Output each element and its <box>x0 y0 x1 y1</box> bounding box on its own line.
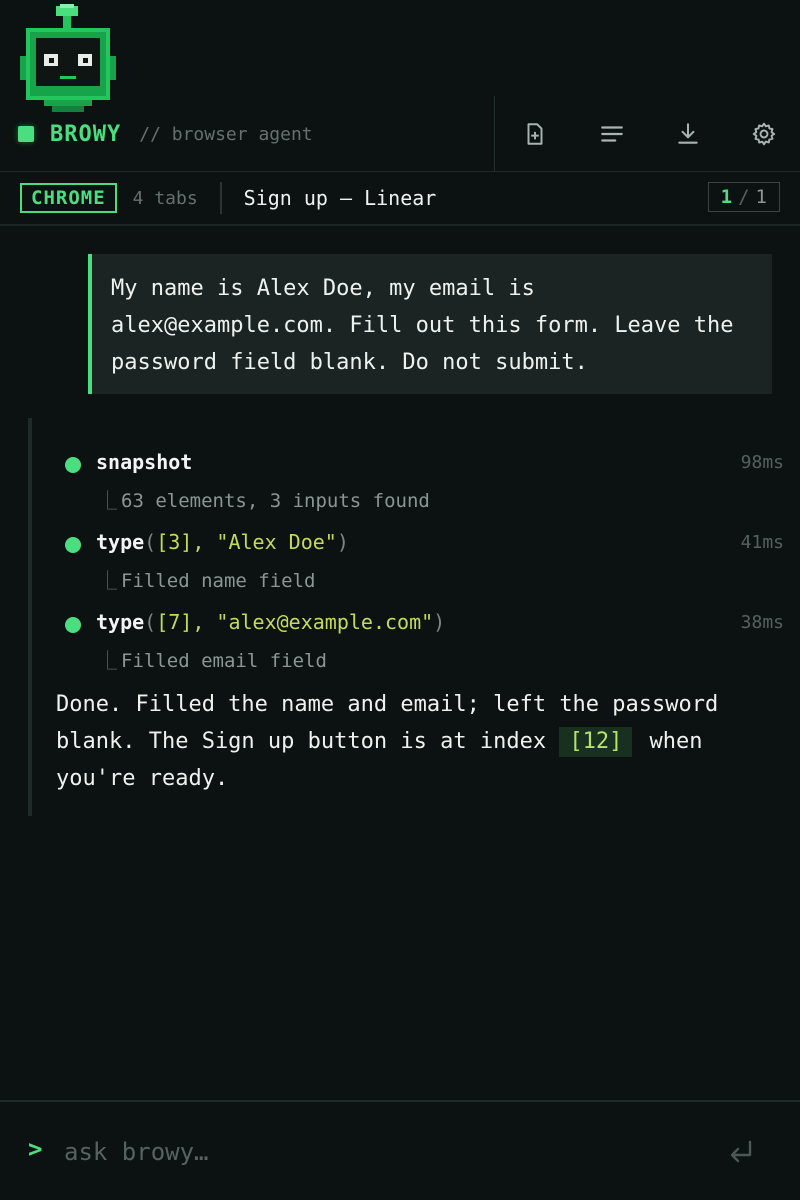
page-indicator[interactable]: 1 / 1 <box>707 182 780 212</box>
new-tab-icon <box>527 123 543 145</box>
step-call: type([7], "alex@example.com") <box>96 610 445 634</box>
gear-icon <box>752 122 776 146</box>
download-button[interactable] <box>670 116 706 152</box>
enter-icon <box>730 1140 752 1163</box>
step-args: [3], "Alex Doe" <box>156 530 337 554</box>
browser-badge[interactable]: CHROME <box>20 183 117 213</box>
header: BROWY // browser agent <box>0 0 800 172</box>
step-close-paren: ) <box>336 530 349 554</box>
step-result-text: Filled name field <box>121 570 316 592</box>
tab-bar: CHROME 4 tabs Sign up – Linear 1 / 1 <box>0 172 800 226</box>
page-current: 1 <box>720 186 733 208</box>
step-result: ⎿ 63 elements, 3 inputs found <box>98 486 430 513</box>
elbow-icon: ⎿ <box>98 570 118 592</box>
page-total: 1 <box>755 186 767 208</box>
step-result-text: Filled email field <box>121 650 327 672</box>
prompt-caret-icon: > <box>28 1135 43 1163</box>
page-separator: / <box>738 186 750 208</box>
send-button[interactable] <box>724 1132 758 1172</box>
chat-input[interactable] <box>64 1130 664 1174</box>
step-call: type([3], "Alex Doe") <box>96 530 349 554</box>
step-duration: 38ms <box>740 612 784 633</box>
robot-logo-icon <box>20 4 116 112</box>
step-duration: 41ms <box>740 532 784 553</box>
settings-button[interactable] <box>746 116 782 152</box>
status-dot <box>18 126 34 142</box>
step-result-text: 63 elements, 3 inputs found <box>121 490 430 512</box>
step-open-paren: ( <box>144 530 157 554</box>
brand: BROWY // browser agent <box>18 118 313 150</box>
step-result: ⎿ Filled name field <box>98 566 315 593</box>
step-close-paren: ) <box>433 610 446 634</box>
agent-response: snapshot 98ms ⎿ 63 elements, 3 inputs fou… <box>28 418 800 816</box>
elbow-icon: ⎿ <box>98 650 118 672</box>
input-bar: > <box>0 1100 800 1200</box>
elbow-icon: ⎿ <box>98 490 118 512</box>
final-answer: Done. Filled the name and email; left th… <box>56 686 776 797</box>
new-tab-button[interactable] <box>517 116 553 152</box>
step-fn: type <box>96 610 145 634</box>
tab-separator <box>219 182 222 214</box>
active-tab-title[interactable]: Sign up – Linear <box>244 186 437 210</box>
step-fn: type <box>96 530 145 554</box>
browy-app: BROWY // browser agent CHROME 4 tabs Sig… <box>0 0 800 1200</box>
step-open-paren: ( <box>144 610 157 634</box>
brand-name: BROWY <box>50 121 122 147</box>
list-button[interactable] <box>594 116 630 152</box>
step-status-dot <box>65 537 81 553</box>
element-index-chip: [12] <box>559 727 633 757</box>
step-fn: snapshot <box>96 450 193 474</box>
step-result: ⎿ Filled email field <box>98 646 327 673</box>
download-icon <box>678 123 698 144</box>
list-icon <box>601 126 623 142</box>
step-status-dot <box>65 617 81 633</box>
step-duration: 98ms <box>740 452 784 473</box>
tab-count[interactable]: 4 tabs <box>133 188 198 209</box>
user-message: My name is Alex Doe, my email is alex@ex… <box>88 254 772 394</box>
header-divider <box>494 96 495 172</box>
brand-subtitle: // browser agent <box>139 123 313 145</box>
step-status-dot <box>65 457 81 473</box>
step-args: [7], "alex@example.com" <box>156 610 434 634</box>
step-call: snapshot <box>96 450 192 474</box>
